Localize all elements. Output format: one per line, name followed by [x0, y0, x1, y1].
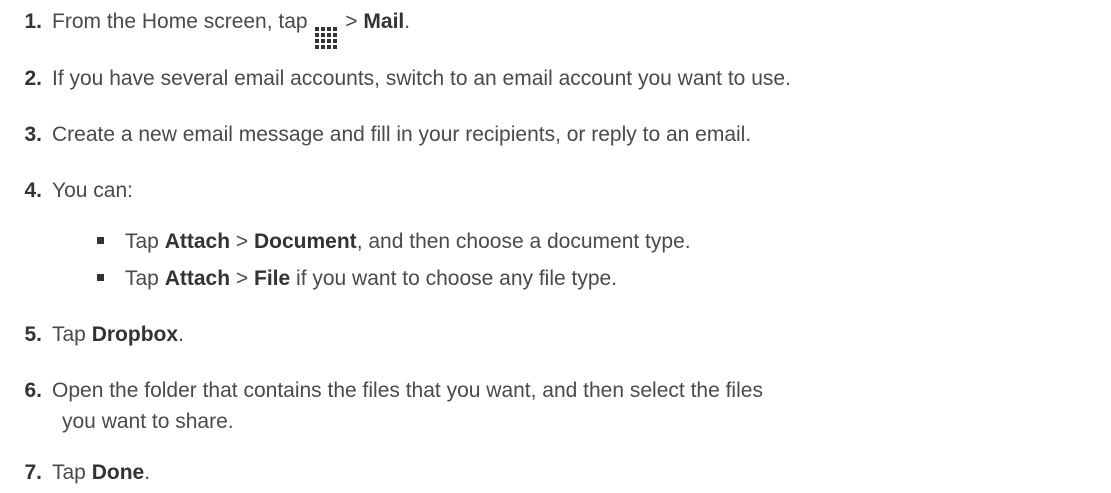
dropbox-label: Dropbox [91, 323, 179, 346]
step-3: 3. Create a new email message and fill i… [0, 123, 751, 147]
step-text: From the Home screen, tap > Mail. [52, 10, 410, 49]
document-label: Document [254, 230, 357, 253]
bullet-icon [97, 237, 104, 244]
instructions-document: 1. From the Home screen, tap > Mail. 2. … [0, 0, 1111, 493]
step-number: 5. [24, 323, 42, 346]
step-text: If you have several email accounts, swit… [52, 67, 791, 90]
attach-label: Attach [164, 267, 231, 290]
sub-item-text: Tap Attach > Document, and then choose a… [125, 230, 691, 253]
step-2: 2. If you have several email accounts, s… [0, 67, 791, 91]
step-number: 2. [24, 67, 42, 90]
file-label: File [254, 267, 291, 290]
sub-item-text: Tap Attach > File if you want to choose … [125, 267, 618, 290]
mail-label: Mail [363, 10, 405, 33]
step-6: 6. Open the folder that contains the fil… [0, 379, 763, 403]
step-4: 4. You can: [0, 179, 133, 203]
step-text: Tap Dropbox. [52, 323, 184, 346]
step-number: 4. [24, 179, 42, 202]
step-1: 1. From the Home screen, tap > Mail. [0, 10, 410, 49]
apps-grid-icon [315, 27, 338, 49]
step-text: Open the folder that contains the files … [52, 379, 763, 402]
step-6-continuation: you want to share. [62, 410, 234, 433]
step-text: You can: [52, 179, 133, 202]
sub-item-document: Tap Attach > Document, and then choose a… [97, 230, 691, 254]
step-number: 3. [24, 123, 42, 146]
done-label: Done [91, 461, 145, 484]
sub-item-file: Tap Attach > File if you want to choose … [97, 267, 617, 291]
step-number: 7. [24, 461, 42, 484]
step-number: 1. [24, 10, 42, 33]
bullet-icon [97, 274, 104, 281]
attach-label: Attach [164, 230, 231, 253]
step-text: Create a new email message and fill in y… [52, 123, 752, 146]
step-text: Tap Done. [52, 461, 151, 484]
step-number: 6. [24, 379, 42, 402]
step-5: 5. Tap Dropbox. [0, 323, 184, 347]
step-7: 7. Tap Done. [0, 461, 150, 485]
